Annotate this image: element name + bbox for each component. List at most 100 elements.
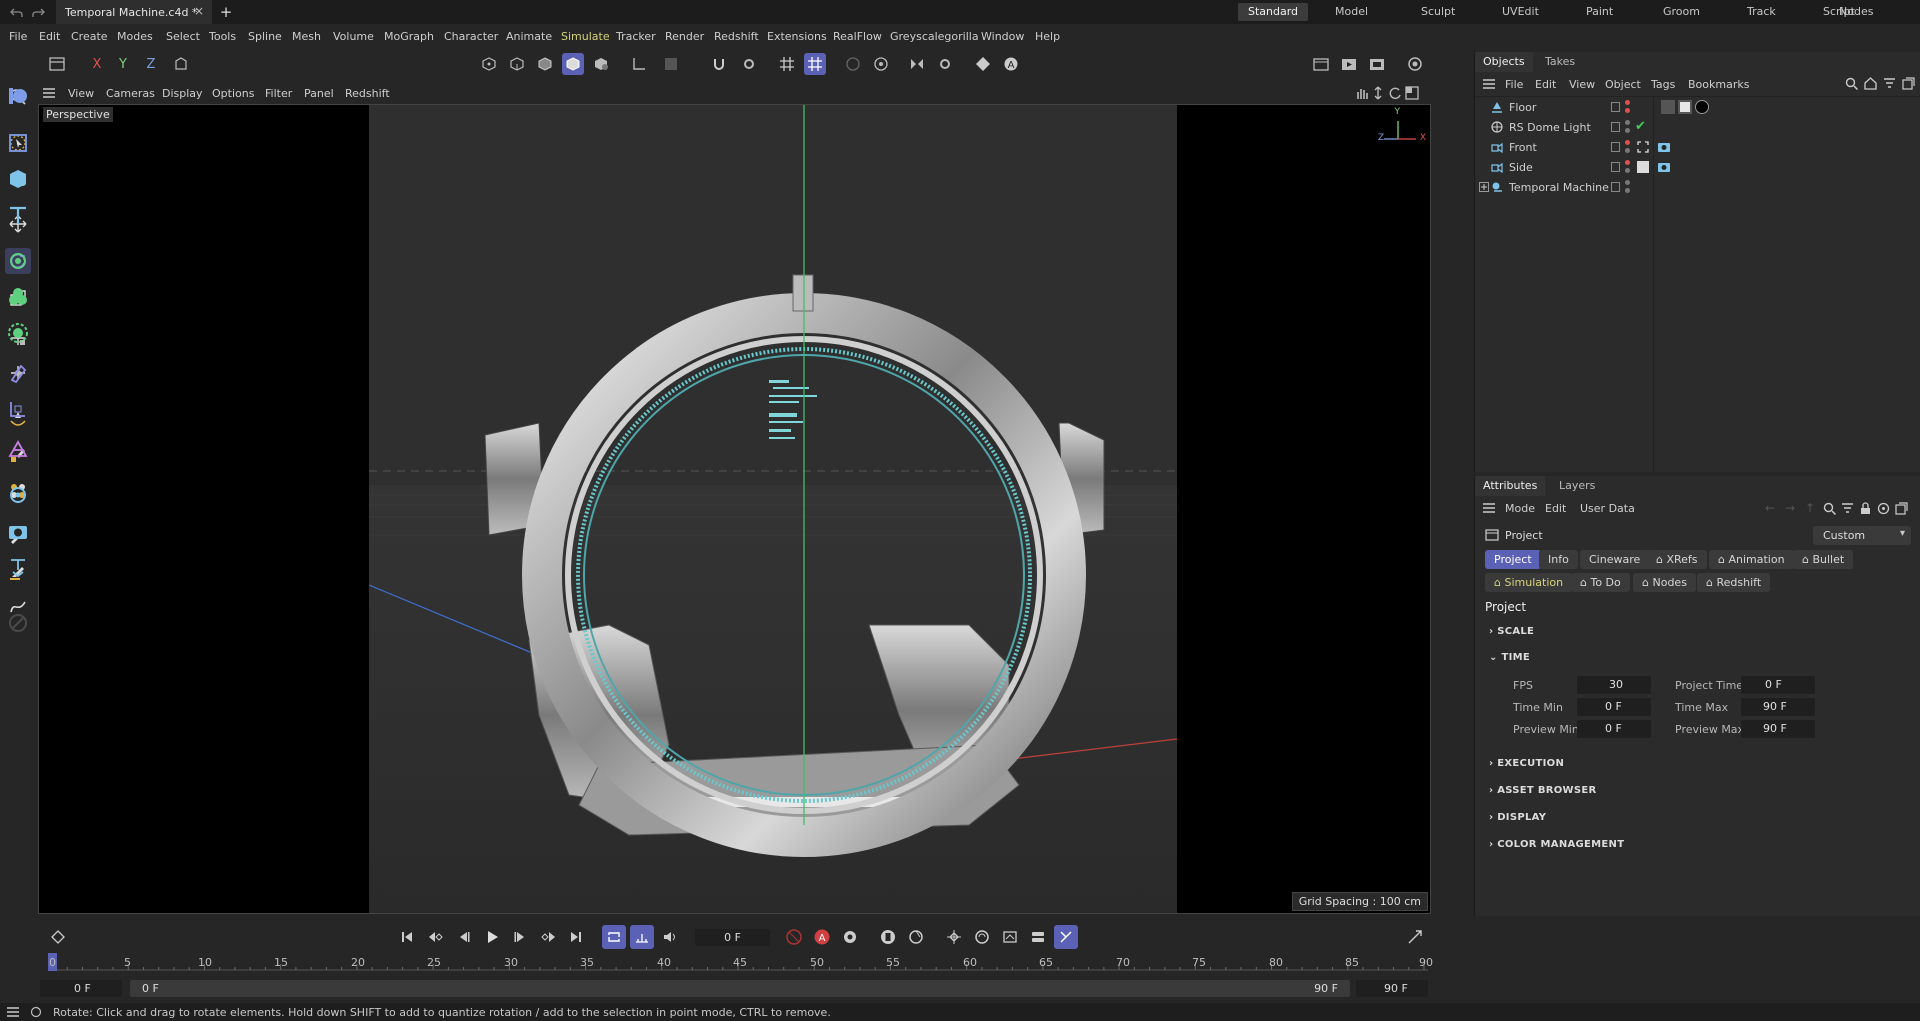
settings-icon[interactable]	[1877, 502, 1890, 518]
menu-character[interactable]: Character	[444, 30, 498, 43]
field-object-icon[interactable]	[5, 360, 31, 386]
lock-icon[interactable]	[1859, 502, 1872, 518]
menu-window[interactable]: Window	[981, 30, 1024, 43]
render-dot[interactable]	[1625, 128, 1630, 133]
objects-menu-tags[interactable]: Tags	[1651, 78, 1675, 91]
forward-arrow-icon[interactable]: →	[1785, 501, 1795, 515]
attributes-menu-mode[interactable]: Mode	[1505, 502, 1535, 515]
render-view-icon[interactable]	[1310, 53, 1332, 75]
material-tag-icon[interactable]	[1678, 100, 1692, 114]
solo-mode-icon[interactable]	[660, 53, 682, 75]
go-to-end-icon[interactable]	[564, 925, 588, 949]
tab-xrefs[interactable]: ⌂ XRefs	[1647, 550, 1707, 569]
mograph-cloner-icon[interactable]	[5, 248, 31, 274]
editor-visibility-checkbox[interactable]	[1611, 122, 1620, 132]
hamburger-icon[interactable]	[6, 1006, 20, 1021]
objects-menu-view[interactable]: View	[1569, 78, 1595, 91]
time-max-field[interactable]: 90 F	[1741, 698, 1815, 716]
preview-min-field[interactable]: 0 F	[1577, 720, 1651, 738]
close-icon[interactable]: ×	[194, 4, 204, 18]
object-row[interactable]: Front	[1475, 138, 1920, 158]
play-icon[interactable]	[480, 925, 504, 949]
polygons-mode-icon[interactable]	[534, 53, 556, 75]
editor-visibility-checkbox[interactable]	[1611, 102, 1620, 112]
generators-icon[interactable]	[5, 166, 31, 192]
camera-label[interactable]: Perspective	[43, 107, 113, 122]
floor-object-icon[interactable]	[5, 554, 31, 580]
object-row[interactable]: RS Dome Light ✔	[1475, 118, 1920, 138]
objects-menu-object[interactable]: Object	[1605, 78, 1641, 91]
tab-redshift[interactable]: ⌂ Redshift	[1697, 573, 1771, 592]
layout-tab-standard[interactable]: Standard	[1238, 3, 1309, 21]
texture-mode-icon[interactable]	[590, 53, 612, 75]
attributes-menu-user-data[interactable]: User Data	[1580, 502, 1635, 515]
model-mode-icon[interactable]	[562, 53, 584, 75]
material-tag-icon[interactable]	[1661, 100, 1675, 114]
render-dot[interactable]	[1625, 188, 1630, 193]
preview-max-field[interactable]: 90 F	[1741, 720, 1815, 738]
viewport-menu-redshift[interactable]: Redshift	[345, 87, 390, 100]
tab-objects[interactable]: Objects	[1475, 52, 1533, 72]
camera-object-icon[interactable]	[5, 518, 31, 544]
tool-settings-icon[interactable]	[934, 53, 956, 75]
menu-select[interactable]: Select	[166, 30, 200, 43]
up-arrow-icon[interactable]: ↑	[1805, 501, 1815, 515]
menu-redshift[interactable]: Redshift	[714, 30, 759, 43]
objects-menu-bookmarks[interactable]: Bookmarks	[1688, 78, 1749, 91]
viewport-menu-view[interactable]: View	[68, 87, 94, 100]
keyframe-icon[interactable]	[46, 925, 70, 949]
edges-mode-icon[interactable]	[506, 53, 528, 75]
search-icon[interactable]	[1845, 77, 1859, 93]
sound-icon[interactable]	[658, 925, 682, 949]
tab-simulation[interactable]: ⌂ Simulation	[1485, 573, 1573, 592]
hamburger-icon[interactable]	[1482, 78, 1496, 93]
filter-icon[interactable]	[1841, 502, 1854, 518]
editor-visibility-checkbox[interactable]	[1611, 182, 1620, 192]
menu-render[interactable]: Render	[665, 30, 704, 43]
layout-tab-paint[interactable]: Paint	[1576, 3, 1623, 21]
grid-snap-icon[interactable]	[776, 53, 798, 75]
attributes-menu-edit[interactable]: Edit	[1545, 502, 1566, 515]
preset-dropdown[interactable]: Custom ▾	[1813, 526, 1911, 545]
autokey-icon[interactable]: A	[810, 925, 834, 949]
layout-tab-nodes[interactable]: Nodes	[1829, 3, 1883, 21]
menu-tools[interactable]: Tools	[209, 30, 236, 43]
menu-edit[interactable]: Edit	[39, 30, 60, 43]
expand-icon[interactable]	[1479, 182, 1489, 195]
viewport-menu-cameras[interactable]: Cameras	[106, 87, 155, 100]
loop-icon[interactable]	[602, 925, 626, 949]
axis-lock-x[interactable]: X	[86, 53, 108, 75]
mograph-effector-icon[interactable]	[5, 284, 31, 310]
project-time-field[interactable]: 0 F	[1741, 676, 1815, 694]
render-dot[interactable]	[1625, 108, 1630, 113]
key-param-icon[interactable]	[998, 925, 1022, 949]
redshift-render-icon[interactable]: A	[1000, 53, 1022, 75]
axis-lock-y[interactable]: Y	[112, 53, 134, 75]
next-key-icon[interactable]	[536, 925, 560, 949]
new-window-icon[interactable]	[1902, 77, 1915, 93]
deformer-icon[interactable]	[5, 320, 31, 346]
tab-takes[interactable]: Takes	[1537, 52, 1583, 72]
protection-tag-icon[interactable]	[1637, 141, 1649, 156]
section-asset-browser[interactable]: › ASSET BROWSER	[1489, 785, 1597, 796]
axis-lock-z[interactable]: Z	[140, 53, 162, 75]
layout-tab-uvedit[interactable]: UVEdit	[1492, 3, 1549, 21]
object-row[interactable]: Side	[1475, 158, 1920, 178]
key-pla-icon[interactable]	[1026, 925, 1050, 949]
range-start-field[interactable]: 0 F	[40, 980, 122, 997]
text-tool-icon[interactable]	[5, 202, 31, 228]
tab-project[interactable]: Project	[1485, 550, 1541, 569]
points-mode-icon[interactable]	[478, 53, 500, 75]
fps-field[interactable]: 30	[1577, 676, 1651, 694]
menu-volume[interactable]: Volume	[333, 30, 374, 43]
dolly-view-icon[interactable]	[1371, 86, 1385, 103]
key-scale-icon[interactable]	[970, 925, 994, 949]
layout-tab-groom[interactable]: Groom	[1653, 3, 1710, 21]
tab-animation[interactable]: ⌂ Animation	[1709, 550, 1794, 569]
visibility-dot[interactable]	[1625, 100, 1630, 105]
tab-todo[interactable]: ⌂ To Do	[1571, 573, 1630, 592]
visibility-dot[interactable]	[1625, 160, 1630, 165]
maximize-view-icon[interactable]	[1405, 86, 1419, 103]
tab-nodes[interactable]: ⌂ Nodes	[1633, 573, 1696, 592]
orbit-view-icon[interactable]	[1388, 86, 1402, 103]
